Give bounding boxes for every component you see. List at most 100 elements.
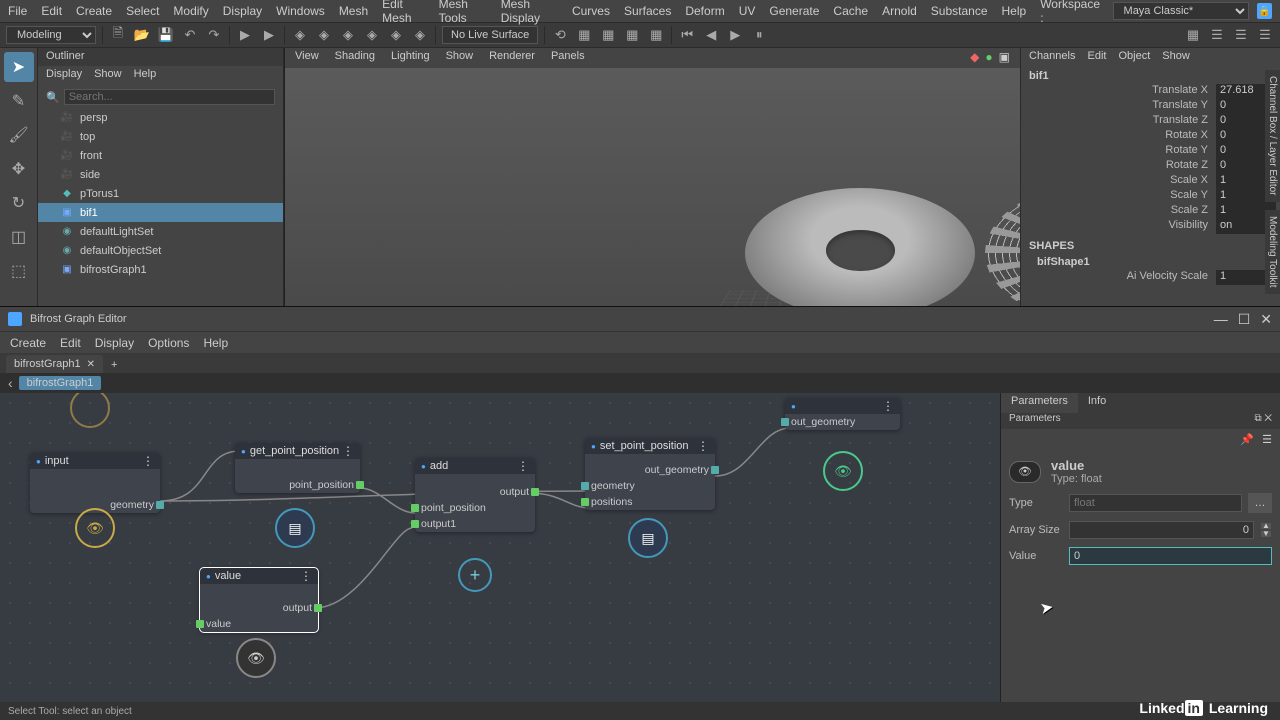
port-geometry-in[interactable]: geometry (585, 478, 715, 494)
cb-show[interactable]: Show (1162, 50, 1190, 66)
port-output1-in[interactable]: output1 (415, 516, 535, 532)
outliner-item-defaultLightSet[interactable]: defaultLightSet (38, 222, 283, 241)
bf-titlebar[interactable]: Bifrost Graph Editor — ☐ ✕ (0, 307, 1280, 331)
vp-view[interactable]: View (295, 50, 319, 66)
snap-curve-icon[interactable]: ◈ (315, 26, 333, 44)
cb-node-name[interactable]: bif1 (1021, 68, 1280, 84)
cb-row-translate-z[interactable]: Translate Z0 (1021, 114, 1280, 129)
select-tool[interactable]: ➤ (4, 52, 34, 82)
menu-surfaces[interactable]: Surfaces (624, 4, 671, 18)
outliner-item-pTorus1[interactable]: pTorus1 (38, 184, 283, 203)
outliner-item-front[interactable]: 🎥front (38, 146, 283, 165)
menu-substance[interactable]: Substance (931, 4, 988, 18)
node-menu-icon[interactable]: ⋮ (882, 399, 894, 413)
viewport-canvas[interactable] (285, 68, 1020, 306)
port-output[interactable]: output (200, 600, 318, 616)
scale-tool[interactable]: ◫ (4, 222, 34, 252)
setpp-badge-icon[interactable]: ▤ (628, 518, 668, 558)
cb-object[interactable]: Object (1118, 50, 1150, 66)
select-icon-2[interactable]: ▶ (260, 26, 278, 44)
menu-generate[interactable]: Generate (769, 4, 819, 18)
live-surface-label[interactable]: No Live Surface (442, 26, 538, 44)
bf-breadcrumb[interactable]: bifrostGraph1 (19, 376, 102, 390)
pin-icon[interactable]: 📌 (1240, 433, 1254, 446)
node-set-point-position[interactable]: set_point_position⋮ out_geometry geometr… (585, 438, 715, 510)
port-point-position-in[interactable]: point_position (415, 500, 535, 516)
outliner-list[interactable]: 🎥persp🎥top🎥front🎥sidepTorus1bif1defaultL… (38, 108, 283, 306)
render-icon[interactable]: ▦ (575, 26, 593, 44)
vp-panels[interactable]: Panels (551, 50, 585, 66)
cb-row-scale-z[interactable]: Scale Z1 (1021, 204, 1280, 219)
info-tab[interactable]: Info (1078, 393, 1116, 413)
params-tab[interactable]: Parameters (1001, 393, 1078, 413)
menu-curves[interactable]: Curves (572, 4, 610, 18)
pause-icon[interactable]: ⏸ (750, 26, 768, 44)
cb-row-rotate-x[interactable]: Rotate X0 (1021, 129, 1280, 144)
move-tool[interactable]: ✥ (4, 154, 34, 184)
snap-point-icon[interactable]: ◈ (339, 26, 357, 44)
minimize-icon[interactable]: — (1214, 311, 1228, 328)
open-scene-icon[interactable]: 📂 (133, 26, 151, 44)
snap-grid-icon[interactable]: ◈ (291, 26, 309, 44)
outliner-search-input[interactable] (64, 89, 275, 105)
outliner-help[interactable]: Help (134, 68, 157, 84)
outliner-item-side[interactable]: 🎥side (38, 165, 283, 184)
torus-shaded[interactable] (745, 188, 975, 306)
torus-wireframe[interactable] (985, 183, 1020, 306)
snap-live-icon[interactable]: ◈ (387, 26, 405, 44)
outliner-item-top[interactable]: 🎥top (38, 127, 283, 146)
tool-settings-icon[interactable]: ☰ (1232, 26, 1250, 44)
viewport[interactable]: View Shading Lighting Show Renderer Pane… (284, 48, 1020, 306)
bf-edit[interactable]: Edit (60, 336, 81, 350)
cb-row-scale-y[interactable]: Scale Y1 (1021, 189, 1280, 204)
menu-mesh[interactable]: Mesh (339, 4, 368, 18)
array-spinner[interactable]: ▲▼ (1260, 522, 1272, 538)
modeling-toolkit-label[interactable]: Modeling Toolkit (1265, 210, 1280, 294)
cb-row-scale-x[interactable]: Scale X1 (1021, 174, 1280, 189)
menu-select[interactable]: Select (126, 4, 159, 18)
menu-file[interactable]: File (8, 4, 27, 18)
bookmark-icon[interactable]: ▣ (999, 50, 1010, 66)
bf-help[interactable]: Help (203, 336, 228, 350)
render-settings-icon[interactable]: ▦ (599, 26, 617, 44)
outliner-item-persp[interactable]: 🎥persp (38, 108, 283, 127)
port-point-position[interactable]: point_position (235, 477, 360, 493)
select-icon[interactable]: ▶ (236, 26, 254, 44)
menu-modify[interactable]: Modify (173, 4, 208, 18)
bifrost-graph-canvas[interactable]: input⋮ geometry 👁 get_point_position⋮ po… (0, 393, 1000, 702)
outliner-item-bif1[interactable]: bif1 (38, 203, 283, 222)
camera-icon[interactable]: ● (985, 50, 992, 66)
input-badge-icon-top[interactable] (70, 393, 110, 428)
menu-uv[interactable]: UV (739, 4, 756, 18)
port-output[interactable]: output (415, 484, 535, 500)
cb-shape-name[interactable]: bifShape1 (1021, 254, 1280, 270)
node-output[interactable]: ⋮ out_geometry (785, 398, 900, 430)
node-menu-icon[interactable]: ⋮ (300, 569, 312, 583)
construction-history-icon[interactable]: ⟲ (551, 26, 569, 44)
outliner-display[interactable]: Display (46, 68, 82, 84)
bf-back-button[interactable]: ‹ (8, 375, 13, 391)
outliner-item-bifrostGraph1[interactable]: bifrostGraph1 (38, 260, 283, 279)
node-value[interactable]: value⋮ output value (200, 568, 318, 632)
popout-icon[interactable]: ⧉ (1254, 413, 1261, 424)
outliner-item-defaultObjectSet[interactable]: defaultObjectSet (38, 241, 283, 260)
port-positions[interactable]: positions (585, 494, 715, 510)
cb-row-translate-y[interactable]: Translate Y0 (1021, 99, 1280, 114)
vp-show[interactable]: Show (446, 50, 474, 66)
paint-select-tool[interactable]: 🖌 (4, 120, 34, 150)
menu-windows[interactable]: Windows (276, 4, 325, 18)
snap-plane-icon[interactable]: ◈ (363, 26, 381, 44)
node-menu-icon[interactable]: ⋮ (517, 459, 529, 473)
workspace-select[interactable]: Maya Classic* (1113, 2, 1249, 20)
cb-edit[interactable]: Edit (1087, 50, 1106, 66)
node-add[interactable]: add⋮ output point_position output1 (415, 458, 535, 532)
channel-box-icon[interactable]: ☰ (1256, 26, 1274, 44)
redo-icon[interactable]: ↷ (205, 26, 223, 44)
new-scene-icon[interactable]: 🗎 (109, 26, 127, 44)
module-select[interactable]: Modeling (6, 26, 96, 44)
snap-toggle-icon[interactable]: ◈ (411, 26, 429, 44)
node-menu-icon[interactable]: ⋮ (697, 439, 709, 453)
menu-help[interactable]: Help (1002, 4, 1027, 18)
vp-renderer[interactable]: Renderer (489, 50, 535, 66)
cb-row-ai-velocity-scale[interactable]: Ai Velocity Scale1 (1021, 270, 1280, 285)
